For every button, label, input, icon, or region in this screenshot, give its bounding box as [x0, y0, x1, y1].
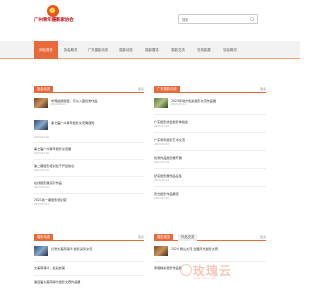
item-title[interactable]: 2021新一期摄影培训营	[34, 197, 144, 202]
item-date: 2023-04-10	[154, 143, 170, 146]
item-thumbnail	[34, 246, 48, 256]
item-date: 2023-05-12	[171, 103, 187, 106]
panel-guangdong-news: 广东摄影动态 更多 2023年地方色彩摄影交流作品展 2023-05-12 广东…	[154, 86, 266, 216]
item-date: 2023-03-15	[154, 179, 170, 182]
item-date: 2023-03-20	[34, 169, 50, 172]
search-input[interactable]	[182, 16, 244, 23]
site-logo[interactable]: 广州青年摄影家协会	[34, 5, 74, 27]
item-date: 2023-04-20	[34, 152, 50, 155]
nav-item-home[interactable]: 网站首页	[34, 41, 58, 59]
search-icon	[249, 17, 255, 22]
item-date: 2023-03-28	[154, 161, 170, 164]
nav-item-about[interactable]: 协会概况	[58, 41, 83, 59]
panel-tab[interactable]: 摄影动态	[34, 234, 54, 241]
panel-association-news: 协会动态 更多 羊同拍摄联盟，可以入围优秀作品 2019-06-12 第七届广州…	[34, 86, 144, 216]
panel-tab[interactable]: 摄影展览	[154, 234, 174, 241]
panel-tab-secondary[interactable]: 作品交流	[178, 234, 198, 241]
list-item[interactable]: 记录大美南海湾 摄影采风交流	[34, 246, 144, 258]
item-date: 2023-03-05	[154, 197, 170, 200]
panel-photo-news: 摄影动态 更多 记录大美南海湾 摄影采风交流 大美南海湾，最后的美 第四届大美南…	[34, 234, 144, 294]
search-box	[178, 14, 258, 24]
list-item[interactable]: 大美南海湾，最后的美	[34, 265, 144, 271]
list-item[interactable]: 羊同拍摄联盟，可以入围优秀作品 2019-06-12	[34, 98, 144, 110]
list-item[interactable]: 2024 鹰山大河 全国风光摄影大赛	[154, 246, 266, 258]
item-title[interactable]: 优秀作品摄影展开展	[154, 155, 266, 160]
list-item[interactable]: 第四届大美南海湾摄影大赛作品展	[34, 279, 144, 285]
list-item[interactable]: 广东摄影协会摄影体验会 2023-04-15	[154, 119, 266, 129]
item-date: 2019-06-12	[51, 103, 67, 106]
list-item[interactable]: 第七届广州青年摄影交流展 2023-04-20	[34, 146, 144, 156]
item-title[interactable]: 广东青年摄影艺术交流	[154, 137, 266, 142]
panel-tab[interactable]: 广东摄影动态	[154, 86, 180, 93]
item-title[interactable]: 第七届广州青年摄影交流展	[34, 146, 144, 151]
panel-tab[interactable]: 协会动态	[34, 86, 54, 93]
item-date: 2023-03-10	[34, 186, 50, 189]
nav-item-guangdong-news[interactable]: 广东摄影动态	[83, 41, 113, 59]
list-item[interactable]: 在线摄影展演示作品 2023-03-10	[34, 180, 144, 190]
item-date: 2023-04-20	[34, 136, 50, 139]
panel-header: 广东摄影动态 更多	[154, 86, 266, 93]
nav-item-online-gallery[interactable]: 在线影展	[191, 41, 217, 59]
watermark: 玫瑰云 www.ixxxx.com	[180, 262, 240, 280]
more-link[interactable]: 更多	[260, 235, 266, 239]
list-item[interactable]: 第七届广州青年摄影交流展通知	[34, 120, 144, 132]
logo-text: 广州青年摄影家协会	[34, 18, 74, 23]
more-link[interactable]: 更多	[260, 87, 266, 91]
nav-item-exchange[interactable]: 摄影交流	[165, 41, 191, 59]
item-title[interactable]: 记录大美南海湾 摄影采风交流	[51, 246, 143, 251]
item-title[interactable]: 在线摄影展演示作品	[34, 180, 144, 185]
more-link[interactable]: 更多	[138, 87, 144, 91]
item-thumbnail	[154, 246, 168, 256]
item-title[interactable]: 第二期摄影培训班于开班信息	[34, 163, 144, 168]
list-item[interactable]: 广东青年摄影艺术交流 2023-04-10	[154, 137, 266, 147]
item-title[interactable]: 大美南海湾，最后的美	[34, 265, 144, 270]
list-item[interactable]: 纪实摄影展作品征集 2023-03-15	[154, 173, 266, 183]
main-nav: 网站首页 协会概况 广东摄影动态 摄影动态 摄影展览 摄影交流 在线影展 协会概…	[0, 41, 300, 59]
item-thumbnail	[34, 98, 48, 108]
item-thumbnail	[34, 120, 48, 130]
item-title[interactable]: 风光摄影作品展览	[154, 191, 266, 196]
panel-header: 协会动态 更多	[34, 86, 144, 93]
nav-item-photo-news[interactable]: 摄影动态	[113, 41, 139, 59]
item-thumbnail	[154, 98, 168, 108]
panel-header: 摄影动态 更多	[34, 234, 144, 241]
item-title[interactable]: 纪实摄影展作品征集	[154, 173, 266, 178]
item-title[interactable]: 第四届大美南海湾摄影大赛作品展	[34, 279, 144, 284]
list-item[interactable]: 优秀作品摄影展开展 2023-03-28	[154, 155, 266, 165]
logo-emblem-icon	[47, 5, 59, 17]
list-item[interactable]: 第二期摄影培训班于开班信息 2023-03-20	[34, 163, 144, 173]
search-button[interactable]	[247, 15, 257, 24]
nav-item-about-2[interactable]: 协会概况	[217, 41, 243, 59]
item-title[interactable]: 广东摄影协会摄影体验会	[154, 119, 266, 124]
item-date: 2023-03-01	[34, 203, 50, 206]
list-item[interactable]: 2021新一期摄影培训营 2023-03-01	[34, 197, 144, 207]
item-title[interactable]: 第七届广州青年摄影交流展通知	[51, 120, 143, 125]
panel-header: 摄影展览 作品交流 更多	[154, 234, 266, 241]
watermark-subtext: www.ixxxx.com	[193, 276, 217, 280]
list-item[interactable]: 2023年地方色彩摄影交流作品展 2023-05-12	[154, 98, 266, 110]
more-link[interactable]: 更多	[138, 235, 144, 239]
list-item[interactable]: 风光摄影作品展览 2023-03-05	[154, 191, 266, 201]
header: 广州青年摄影家协会	[0, 0, 300, 38]
watermark-logo-icon	[180, 264, 192, 276]
item-title[interactable]: 2024 鹰山大河 全国风光摄影大赛	[171, 246, 265, 251]
nav-item-exhibition[interactable]: 摄影展览	[139, 41, 165, 59]
item-date: 2023-04-15	[154, 125, 170, 128]
